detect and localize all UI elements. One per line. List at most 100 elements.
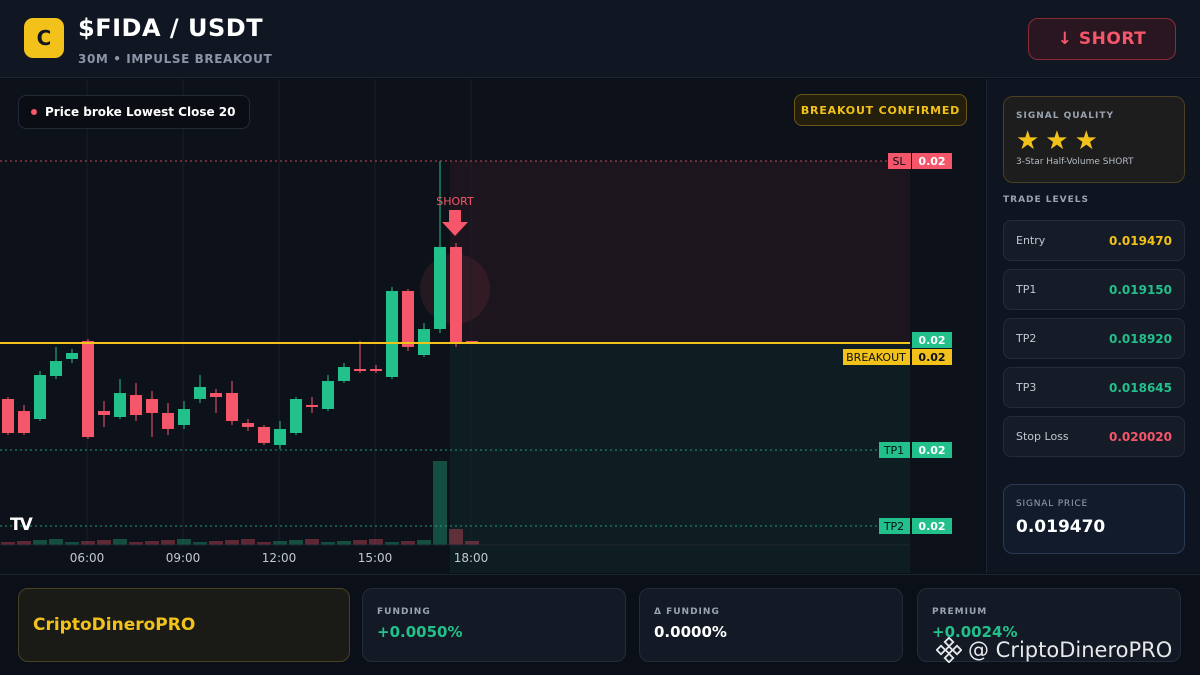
candle-body	[210, 393, 222, 397]
candle-body	[322, 381, 334, 409]
volume-bar	[417, 540, 431, 545]
stop-loss-zone	[450, 161, 910, 343]
candle-body	[274, 429, 286, 445]
candle-body	[306, 405, 318, 407]
time-axis-labels: 06:00 09:00 12:00 15:00 18:00	[70, 551, 489, 565]
volume-bar	[209, 541, 223, 545]
candle	[290, 397, 302, 435]
candle	[2, 397, 14, 435]
tradingview-logo-icon: TV	[10, 515, 33, 535]
level-label: TP2	[1016, 332, 1037, 345]
breakout-tag-value: 0.02	[918, 351, 945, 364]
candle-body	[290, 399, 302, 433]
volume-bar	[177, 539, 191, 545]
candle-body	[402, 291, 414, 347]
metric-label: FUNDING	[377, 607, 431, 617]
candle	[418, 323, 430, 357]
candle	[162, 403, 174, 435]
time-label: 18:00	[454, 551, 489, 565]
candle	[370, 365, 382, 373]
breakout-tag: BREAKOUT 0.02	[843, 349, 952, 365]
candle	[354, 341, 366, 373]
candle-body	[434, 247, 446, 329]
volume-bar	[33, 540, 47, 545]
candle	[434, 161, 446, 333]
signal-chip: Price broke Lowest Close 20	[18, 95, 251, 129]
candle	[82, 339, 94, 439]
candle-body	[338, 367, 350, 381]
volume-bar	[465, 541, 479, 545]
candle-body	[162, 413, 174, 429]
level-label: TP3	[1016, 381, 1037, 394]
tp2-tag: TP2 0.02	[879, 518, 952, 534]
candle	[98, 401, 110, 427]
volume-bar	[289, 540, 303, 545]
candle	[274, 421, 286, 449]
binance-logo-icon	[936, 637, 962, 663]
time-label: 06:00	[70, 551, 105, 565]
candle	[242, 419, 254, 431]
candle-body	[242, 423, 254, 427]
level-row-stop-loss: Stop Loss 0.020020	[1003, 416, 1185, 457]
level-row-entry: Entry 0.019470	[1003, 220, 1185, 261]
pair-subtitle: 30M • IMPULSE BREAKOUT	[78, 52, 273, 66]
candle-body	[82, 341, 94, 437]
candle	[258, 425, 270, 445]
candle	[226, 381, 238, 425]
coin-logo-icon: C	[24, 18, 64, 58]
current-price-tag: 0.02	[912, 332, 952, 348]
sl-tag-value: 0.02	[918, 155, 945, 168]
candle	[18, 405, 30, 435]
short-button[interactable]: ↓ SHORT	[1028, 18, 1176, 60]
candle	[210, 389, 222, 413]
candle-body	[2, 399, 14, 433]
volume-bar	[305, 539, 319, 545]
volume-bar	[241, 539, 255, 545]
candle-body	[18, 411, 30, 433]
level-value: 0.018920	[1108, 331, 1172, 346]
candles	[2, 161, 478, 449]
candle-body	[194, 387, 206, 399]
volume-bar	[97, 540, 111, 545]
current-price-value: 0.02	[918, 334, 945, 347]
time-label: 12:00	[262, 551, 297, 565]
level-value: 0.019150	[1108, 282, 1172, 297]
candle	[194, 375, 206, 403]
candle-body	[50, 361, 62, 376]
candle-body	[114, 393, 126, 417]
header: C $FIDA / USDT 30M • IMPULSE BREAKOUT ↓ …	[0, 0, 1200, 78]
metric-value: 0.0000%	[654, 623, 727, 641]
candle	[450, 243, 462, 347]
tp2-tag-value: 0.02	[918, 520, 945, 533]
signal-text: Price broke Lowest Close 20	[45, 105, 236, 119]
candle-body	[178, 409, 190, 425]
brand-card: CriptoDineroPRO	[18, 588, 350, 662]
candle-body	[34, 375, 46, 419]
signal-dot-icon	[31, 109, 37, 115]
volume-bar	[353, 540, 367, 545]
volume-bars	[1, 461, 479, 545]
target-zone	[450, 343, 910, 573]
level-row-tp2: TP2 0.018920	[1003, 318, 1185, 359]
volume-bar	[225, 540, 239, 545]
signal-quality-card: SIGNAL QUALITY ★★★ 3-Star Half-Volume SH…	[1003, 96, 1185, 183]
candle	[306, 397, 318, 413]
price-chart[interactable]: SHORT SL 0.02 0.02 BREAKOUT 0.02 TP1 0.0…	[0, 79, 985, 573]
candle-body	[370, 369, 382, 371]
level-value: 0.019470	[1108, 233, 1172, 248]
time-label: 15:00	[358, 551, 393, 565]
sl-tag-name: SL	[892, 155, 906, 168]
star-rating-icon: ★★★	[1016, 126, 1104, 156]
volume-bar	[161, 540, 175, 545]
tp2-tag-name: TP2	[883, 520, 904, 533]
sl-tag: SL 0.02	[888, 153, 952, 169]
signal-price-card: SIGNAL PRICE 0.019470	[1003, 484, 1185, 554]
watermark: @ CriptoDineroPRO	[936, 637, 1172, 663]
volume-bar	[369, 539, 383, 545]
candle	[146, 391, 158, 437]
candle	[178, 401, 190, 429]
trade-levels-title: TRADE LEVELS	[1003, 195, 1089, 205]
signal-quality-label: SIGNAL QUALITY	[1016, 111, 1114, 121]
watermark-text: @ CriptoDineroPRO	[968, 638, 1173, 662]
level-row-tp3: TP3 0.018645	[1003, 367, 1185, 408]
